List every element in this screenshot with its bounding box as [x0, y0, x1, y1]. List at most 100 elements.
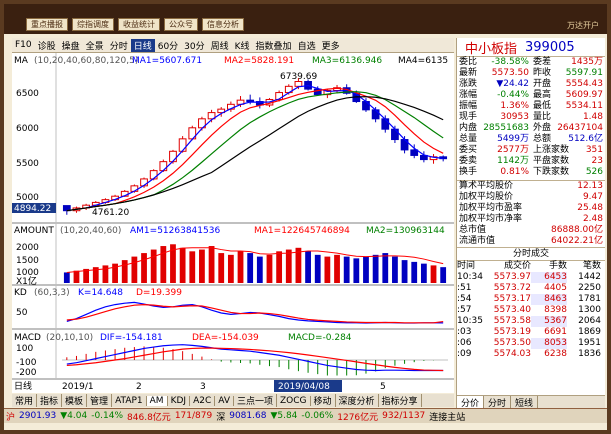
quote-label: 总额	[533, 134, 552, 144]
trade-cell: :57	[457, 305, 472, 315]
quote-label: 委差	[533, 57, 552, 67]
trade-cell: 5573.19	[493, 327, 531, 337]
ma-params: (10,20,40,60,80,120,5)	[34, 56, 138, 66]
stat-label: 加权平均市盈率	[459, 203, 523, 213]
toolbar-panorama[interactable]: 全景	[83, 39, 107, 52]
date-tick: 5	[380, 382, 386, 392]
toolbar-kline[interactable]: K线	[232, 39, 253, 52]
btab-zocg[interactable]: ZOCG	[277, 395, 311, 406]
top-tab-2[interactable]: 综指调度	[72, 18, 114, 31]
status-item: ▼4.04	[60, 411, 88, 421]
toolbar-daily[interactable]: 日线	[130, 38, 155, 52]
open-account-link[interactable]: 万达开户	[567, 20, 599, 31]
trade-cell: 2250	[578, 283, 601, 293]
amount-bar	[401, 260, 408, 283]
btab-common[interactable]: 常用	[12, 394, 38, 407]
amount-ma1-value: MA1=122645746894	[254, 226, 350, 236]
quote-label: 最高	[533, 90, 552, 100]
toolbar-diagnose[interactable]: 诊股	[35, 39, 59, 52]
top-tab-3[interactable]: 收益统计	[118, 18, 160, 31]
macd-label: MACD	[14, 333, 41, 343]
amount-bar	[353, 258, 360, 283]
btab-three-point[interactable]: 三点一项	[234, 394, 277, 407]
toolbar-30min[interactable]: 30分	[181, 39, 207, 52]
quote-value: ▼24.42	[496, 79, 529, 89]
quote-value: 5554.43	[565, 79, 603, 89]
status-item: 1276亿元	[337, 412, 379, 423]
rp-tab-intraday[interactable]: 分时	[484, 396, 512, 409]
low-price-label: 4761.20	[92, 208, 129, 218]
trade-cell: 1836	[578, 349, 601, 359]
toolbar-f10[interactable]: F10	[12, 40, 35, 50]
trade-cell: 5573.97	[493, 272, 531, 282]
trade-cell: 8463	[531, 294, 567, 305]
trade-cell: 5573.40	[493, 305, 531, 315]
quote-label: 最低	[533, 101, 552, 111]
quote-panel: 中小板指 399005 委比 -38.58% 委差 1435万 最新 5573.50 昨收 5…	[456, 38, 605, 409]
amount-bar	[131, 256, 138, 283]
toolbar-watchlist[interactable]: 自选	[295, 39, 319, 52]
toolbar-trade[interactable]: 操盘	[59, 39, 83, 52]
stat-label: 加权平均股价	[459, 192, 514, 202]
quote-value: 5597.91	[565, 68, 603, 78]
btab-share[interactable]: 指标分享	[379, 394, 422, 407]
trade-cell: 5574.03	[493, 349, 531, 359]
quote-value: 5609.97	[565, 90, 603, 100]
amount-bar	[247, 253, 254, 283]
quote-value: 23	[591, 156, 603, 166]
btab-a2c[interactable]: A2C	[190, 395, 216, 406]
btab-deep-analysis[interactable]: 深度分析	[336, 394, 379, 407]
quote-label: 量比	[533, 112, 552, 122]
toolbar-intraday[interactable]: 分时	[107, 39, 131, 52]
top-tab-5[interactable]: 信息分析	[202, 18, 244, 31]
candle	[246, 99, 255, 103]
status-item: 深	[216, 412, 226, 423]
quote-label: 委卖	[459, 156, 478, 166]
btab-am[interactable]: AM	[146, 395, 168, 406]
top-tab-1[interactable]: 重点播报	[26, 18, 68, 31]
rp-tab-price[interactable]: 分价	[457, 396, 485, 409]
stat-row: 流通市值 64022.21亿	[457, 236, 605, 247]
trade-cell: :51	[457, 283, 472, 293]
toolbar-weekly[interactable]: 周线	[208, 39, 232, 52]
btab-template[interactable]: 模板	[62, 394, 88, 407]
stat-row: 算术平均股价 12.13	[457, 181, 605, 192]
amount-label: AMOUNT	[14, 226, 54, 236]
amount-bar	[189, 251, 196, 283]
candle	[371, 109, 380, 120]
btab-kdj[interactable]: KDJ	[168, 395, 191, 406]
quote-row: 现手 30953 量比 1.48	[457, 112, 605, 123]
btab-av[interactable]: AV	[215, 395, 234, 406]
date-axis-unit: 日线	[14, 380, 32, 392]
toolbar-more[interactable]: 更多	[319, 39, 343, 52]
quote-row: 换手 0.81% 下跌家数 526	[457, 167, 605, 178]
trade-cell: 1300	[578, 305, 601, 315]
trade-row: 10:35 5573.58 5367 2064	[457, 316, 605, 327]
amount-bar	[440, 267, 447, 283]
amount-bar	[160, 246, 167, 283]
toolbar-index-overlay[interactable]: 指数叠加	[253, 39, 295, 52]
quote-value: -0.44%	[497, 90, 529, 100]
trade-row: :06 5573.50 8053 1951	[457, 338, 605, 349]
rp-tab-shortline[interactable]: 短线	[511, 396, 539, 409]
quote-label: 总量	[459, 134, 478, 144]
top-tab-4[interactable]: 公众号	[164, 18, 198, 31]
btab-move[interactable]: 移动	[311, 394, 336, 407]
chart-area[interactable]: MA (10,20,40,60,80,120,5) MA1=5607.671 M…	[12, 53, 454, 393]
quote-label: 涨跌	[459, 79, 478, 89]
quote-value: 26437104	[557, 123, 603, 133]
trade-cell: 5367	[531, 316, 567, 327]
quote-label: 换手	[459, 167, 478, 177]
quote-value: 5499万	[497, 134, 529, 144]
btab-indicators[interactable]: 指标	[37, 394, 63, 407]
status-item: ▼5.84	[270, 411, 298, 421]
toolbar-60min[interactable]: 60分	[155, 39, 181, 52]
trades-list: 10:34 5573.97 6453 1442:51 5573.72 4405 2250:5…	[457, 272, 605, 360]
btab-manage[interactable]: 管理	[87, 394, 113, 407]
status-item: 沪	[6, 412, 16, 423]
status-item: 846.8亿元	[127, 412, 171, 423]
kline-chart[interactable]: MA (10,20,40,60,80,120,5) MA1=5607.671 M…	[12, 53, 454, 393]
btab-atap1[interactable]: ATAP1	[112, 395, 147, 406]
kd-lines	[66, 301, 444, 324]
quote-row: 委买 2577万 上涨家数 351	[457, 145, 605, 156]
